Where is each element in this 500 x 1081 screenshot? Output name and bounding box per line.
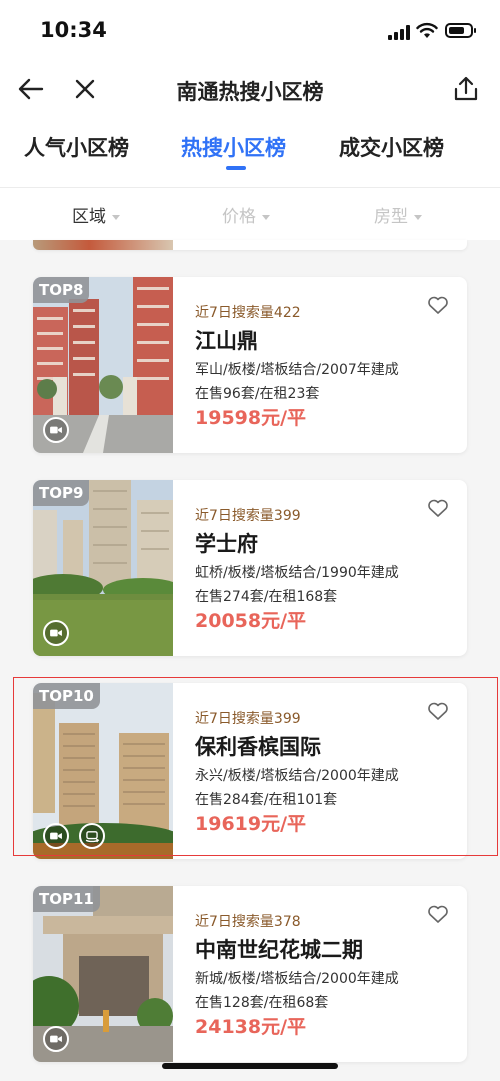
ranking-tabs: 人气小区榜 热搜小区榜 成交小区榜 — [0, 122, 500, 182]
video-icon[interactable] — [43, 417, 69, 443]
price-per-sqm: 20058元/平 — [195, 610, 307, 632]
community-details: 军山/板楼/塔板结合/2007年建成 — [195, 362, 399, 378]
tab-hot-search[interactable]: 热搜小区榜 — [181, 132, 286, 162]
listing-photo: TOP8 — [33, 277, 173, 453]
price-per-sqm: 19598元/平 — [195, 407, 307, 429]
status-bar: 10:34 — [0, 0, 500, 62]
tab-popular[interactable]: 人气小区榜 — [24, 132, 129, 162]
list-item-partial[interactable] — [33, 240, 467, 250]
listing-info: 近7日搜索量378 中南世纪花城二期 新城/板楼/塔板结合/2000年建成 在售… — [195, 886, 455, 1062]
active-tab-indicator — [226, 166, 246, 170]
tab-transactions[interactable]: 成交小区榜 — [339, 132, 444, 162]
page-title: 南通热搜小区榜 — [176, 80, 324, 104]
price-per-sqm: 19619元/平 — [195, 813, 307, 835]
community-name: 学士府 — [195, 532, 258, 556]
list-item[interactable]: TOP10 近7日搜索量399 保利香槟国际 永兴/板楼/塔板结合/2000年建… — [33, 683, 467, 859]
status-time: 10:34 — [40, 18, 107, 42]
listing-info: 近7日搜索量399 保利香槟国际 永兴/板楼/塔板结合/2000年建成 在售28… — [195, 683, 455, 859]
search-volume: 近7日搜索量399 — [195, 711, 301, 727]
rank-badge: TOP10 — [33, 683, 100, 709]
filter-district[interactable]: 区域 — [72, 202, 120, 227]
filter-layout-label: 房型 — [374, 207, 408, 227]
community-details: 新城/板楼/塔板结合/2000年建成 — [195, 971, 399, 987]
listing-counts: 在售284套/在租101套 — [195, 792, 338, 808]
filter-layout[interactable]: 房型 — [374, 202, 422, 227]
chevron-down-icon — [414, 214, 422, 220]
navigation-bar: 南通热搜小区榜 — [0, 62, 500, 116]
home-indicator[interactable] — [162, 1063, 338, 1069]
wifi-icon — [416, 22, 438, 38]
listing-counts: 在售128套/在租68套 — [195, 995, 329, 1011]
community-details: 永兴/板楼/塔板结合/2000年建成 — [195, 768, 399, 784]
battery-icon — [445, 23, 476, 38]
vr-icon[interactable] — [79, 823, 105, 849]
search-volume: 近7日搜索量422 — [195, 305, 301, 321]
listing-counts: 在售274套/在租168套 — [195, 589, 338, 605]
filter-district-label: 区域 — [72, 207, 106, 227]
listing-photo — [33, 240, 173, 250]
share-icon[interactable] — [451, 74, 481, 104]
heart-icon[interactable] — [427, 701, 449, 721]
heart-icon[interactable] — [427, 904, 449, 924]
filter-price-label: 价格 — [222, 207, 256, 227]
cellular-signal-icon — [388, 24, 410, 40]
video-icon[interactable] — [43, 1026, 69, 1052]
community-details: 虹桥/板楼/塔板结合/1990年建成 — [195, 565, 399, 581]
rank-badge: TOP9 — [33, 480, 90, 506]
community-name: 中南世纪花城二期 — [195, 938, 363, 962]
search-volume: 近7日搜索量378 — [195, 914, 301, 930]
listing-info: 近7日搜索量399 学士府 虹桥/板楼/塔板结合/1990年建成 在售274套/… — [195, 480, 455, 656]
rank-badge: TOP11 — [33, 886, 100, 912]
listing-photo: TOP9 — [33, 480, 173, 656]
heart-icon[interactable] — [427, 498, 449, 518]
community-name: 保利香槟国际 — [195, 735, 321, 759]
filter-bar: 区域 价格 房型 — [0, 188, 500, 240]
list-item[interactable]: TOP11 近7日搜索量378 中南世纪花城二期 新城/板楼/塔板结合/2000… — [33, 886, 467, 1062]
rank-badge: TOP8 — [33, 277, 90, 303]
price-per-sqm: 24138元/平 — [195, 1016, 307, 1038]
filter-price[interactable]: 价格 — [222, 202, 270, 227]
video-icon[interactable] — [43, 620, 69, 646]
list-item[interactable]: TOP9 近7日搜索量399 学士府 虹桥/板楼/塔板结合/1990年建成 在售… — [33, 480, 467, 656]
listing-counts: 在售96套/在租23套 — [195, 386, 320, 402]
listing-info: 近7日搜索量422 江山鼎 军山/板楼/塔板结合/2007年建成 在售96套/在… — [195, 277, 455, 453]
video-icon[interactable] — [43, 823, 69, 849]
search-volume: 近7日搜索量399 — [195, 508, 301, 524]
listing-photo: TOP11 — [33, 886, 173, 1062]
heart-icon[interactable] — [427, 295, 449, 315]
community-name: 江山鼎 — [195, 329, 258, 353]
listing-photo: TOP10 — [33, 683, 173, 859]
chevron-down-icon — [262, 214, 270, 220]
list-item[interactable]: TOP8 近7日搜索量422 江山鼎 军山/板楼/塔板结合/2007年建成 在售… — [33, 277, 467, 453]
chevron-down-icon — [112, 214, 120, 220]
